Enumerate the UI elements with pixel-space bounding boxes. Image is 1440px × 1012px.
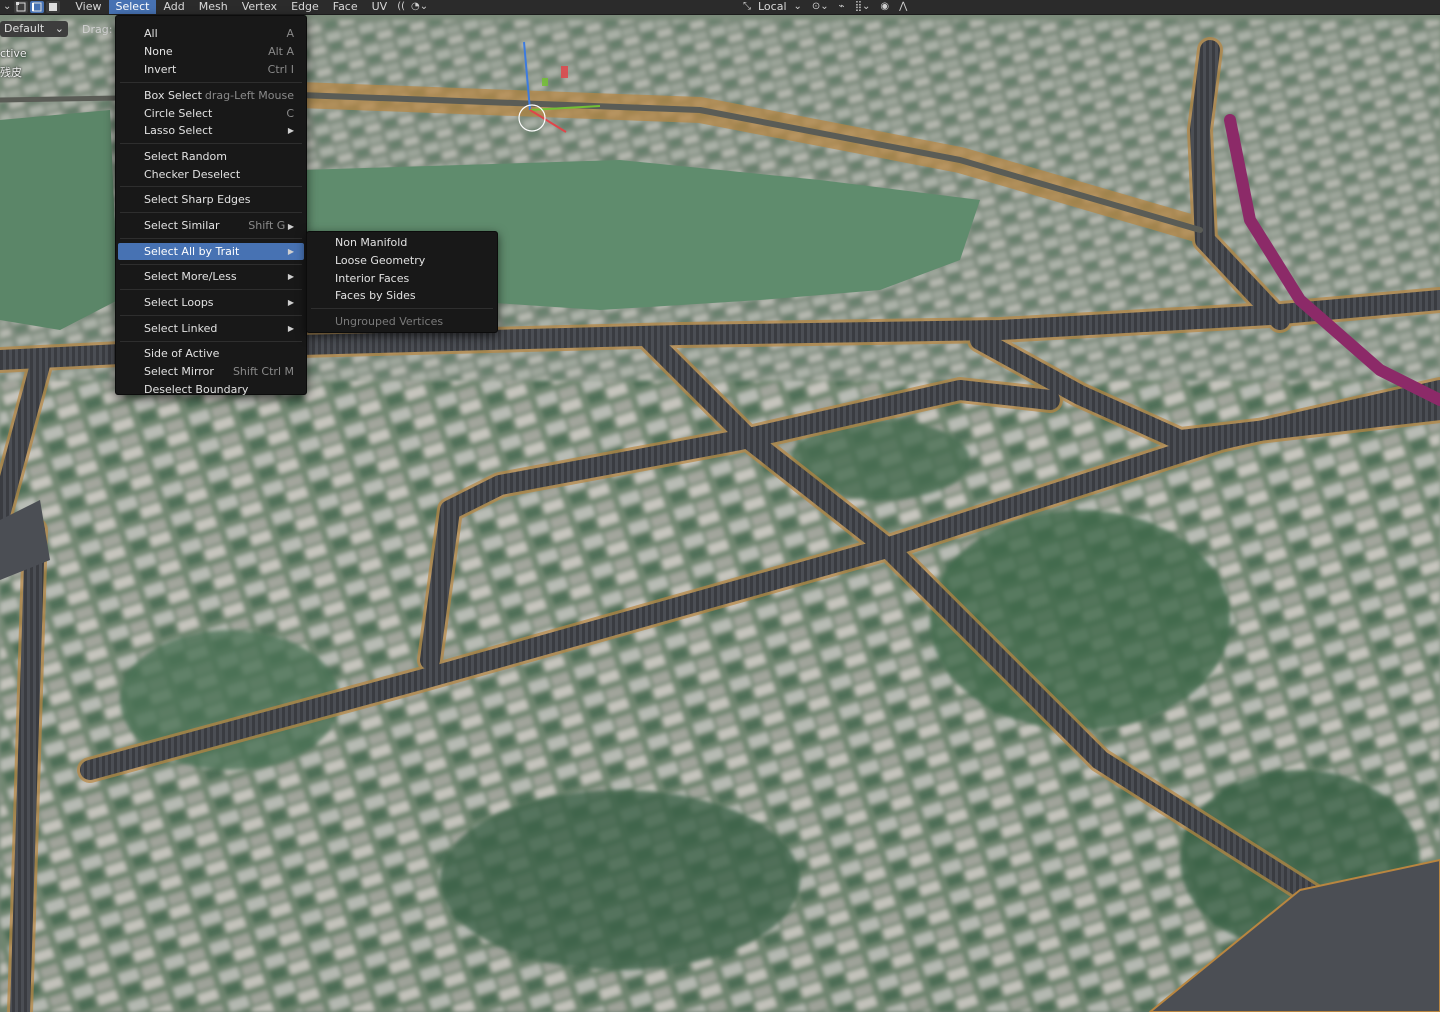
menu-item-select-similar[interactable]: Select Similar Shift G ▶ xyxy=(118,217,304,234)
vertex-select-icon[interactable] xyxy=(14,1,29,13)
menu-separator xyxy=(120,82,302,83)
menu-vertex[interactable]: Vertex xyxy=(235,0,284,14)
menu-item-none[interactable]: None Alt A xyxy=(118,43,304,60)
pivot-icon[interactable]: ⊙⌄ xyxy=(809,0,832,14)
submenu-item-ungrouped-vertices: Ungrouped Vertices xyxy=(335,315,444,328)
menu-item-deselect-boundary[interactable]: Deselect Boundary xyxy=(118,381,304,398)
viewport-overlay-text-2: 残皮 xyxy=(0,66,22,79)
transform-orientation-value[interactable]: Local xyxy=(758,0,787,14)
submenu-arrow-icon: ▶ xyxy=(287,272,294,281)
chevron-down-icon: ⌄ xyxy=(54,22,64,35)
menu-item-invert[interactable]: Invert Ctrl I xyxy=(118,61,304,78)
menu-uv[interactable]: UV xyxy=(365,0,395,14)
menu-edge[interactable]: Edge xyxy=(284,0,326,14)
menu-view[interactable]: View xyxy=(68,0,108,14)
lake-shape-left xyxy=(0,110,118,330)
submenu-item-interior-faces[interactable]: Interior Faces xyxy=(309,270,495,287)
menu-item-select-sharp-edges[interactable]: Select Sharp Edges xyxy=(118,191,304,208)
header-menu: View Select Add Mesh Vertex Edge Face UV… xyxy=(68,0,431,14)
menu-separator xyxy=(311,308,493,309)
select-menu: All A None Alt A Invert Ctrl I Box Select dr… xyxy=(115,15,307,398)
submenu-item-loose-geometry[interactable]: Loose Geometry xyxy=(309,252,495,269)
menu-item-all[interactable]: All A xyxy=(118,25,304,42)
menu-item-circle-select[interactable]: Circle Select C xyxy=(118,105,304,122)
viewport-overlay-text: ctive xyxy=(0,47,27,60)
menu-separator xyxy=(120,264,302,265)
orientation-dropdown[interactable]: Default ⌄ xyxy=(0,21,68,37)
edge-select-icon[interactable] xyxy=(30,1,45,13)
viewport-header: ⌄ View Select Add Mesh Vertex Edge Face … xyxy=(0,0,1440,15)
menu-mesh[interactable]: Mesh xyxy=(192,0,235,14)
falloff-icon[interactable]: ⋀ xyxy=(896,0,910,14)
menu-item-box-select[interactable]: Box Select drag-Left Mouse xyxy=(118,87,304,104)
menu-item-lasso-select[interactable]: Lasso Select ▶ xyxy=(118,122,304,139)
submenu-arrow-icon: ▶ xyxy=(287,126,294,135)
face-select-icon[interactable] xyxy=(46,1,61,13)
menu-separator xyxy=(120,212,302,213)
menu-item-select-linked[interactable]: Select Linked ▶ xyxy=(118,320,304,337)
menu-select[interactable]: Select xyxy=(108,0,157,14)
menu-separator xyxy=(120,289,302,290)
orientation-value: Default xyxy=(4,22,45,35)
header-center-tools: ⤡ Local ⌄ ⊙⌄ ⌁ ⣿⌄ ◉ ⋀ xyxy=(740,0,910,14)
drag-label: Drag: xyxy=(82,22,113,36)
menu-item-select-random[interactable]: Select Random xyxy=(118,148,304,165)
proportional-edit-icon[interactable]: ◔⌄ xyxy=(408,0,431,14)
proportional-icon[interactable]: ◉ xyxy=(877,0,892,14)
menu-add[interactable]: Add xyxy=(156,0,191,14)
menu-item-checker-deselect[interactable]: Checker Deselect xyxy=(118,166,304,183)
menu-item-select-all-by-trait[interactable]: Select All by Trait ▶ xyxy=(118,243,304,260)
submenu-arrow-icon: ▶ xyxy=(287,247,294,256)
menu-item-select-more-less[interactable]: Select More/Less ▶ xyxy=(118,268,304,285)
menu-item-select-mirror[interactable]: Select Mirror Shift Ctrl M xyxy=(118,363,304,380)
menu-separator xyxy=(120,143,302,144)
menu-face[interactable]: Face xyxy=(326,0,365,14)
menu-item-select-loops[interactable]: Select Loops ▶ xyxy=(118,294,304,311)
chevron-down-icon[interactable]: ⌄ xyxy=(791,0,805,14)
submenu-arrow-icon: ▶ xyxy=(287,298,294,307)
submenu-arrow-icon: ▶ xyxy=(285,222,294,231)
submenu-item-faces-by-sides[interactable]: Faces by Sides xyxy=(309,287,495,304)
menu-separator xyxy=(120,186,302,187)
submenu-arrow-icon: ▶ xyxy=(287,324,294,333)
menu-separator xyxy=(120,315,302,316)
menu-separator xyxy=(120,238,302,239)
snap-toggle-icon[interactable]: ⌁ xyxy=(836,0,848,14)
menu-separator xyxy=(120,341,302,342)
xray-icon[interactable]: (( xyxy=(394,0,408,14)
menu-item-side-of-active[interactable]: Side of Active xyxy=(118,345,304,362)
submenu-item-non-manifold[interactable]: Non Manifold xyxy=(309,234,495,251)
transform-orientation-icon[interactable]: ⤡ xyxy=(740,0,754,14)
chevron-down-icon[interactable]: ⌄ xyxy=(0,0,14,14)
snap-icon[interactable]: ⣿⌄ xyxy=(852,0,874,14)
select-all-by-trait-submenu: Non Manifold Loose Geometry Interior Fac… xyxy=(306,231,498,333)
